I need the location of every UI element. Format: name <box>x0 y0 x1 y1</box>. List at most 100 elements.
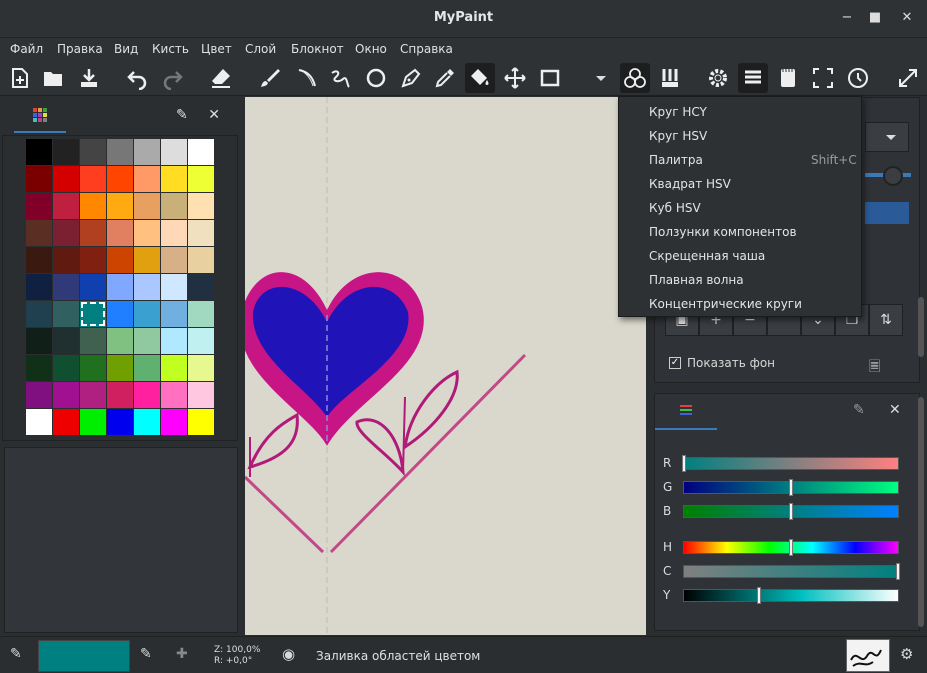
scrollbar[interactable] <box>918 297 924 357</box>
palette-swatch[interactable] <box>161 301 187 327</box>
new-document-icon[interactable] <box>5 63 35 93</box>
dropper-icon[interactable]: ✎ <box>853 402 865 418</box>
palette-swatch[interactable] <box>188 328 214 354</box>
palette-swatch[interactable] <box>134 220 160 246</box>
slider-b-track[interactable] <box>683 502 899 520</box>
save-icon[interactable] <box>74 63 104 93</box>
palette-swatch[interactable] <box>80 166 106 192</box>
slider-h[interactable]: H <box>663 538 899 556</box>
palette-swatch[interactable] <box>134 274 160 300</box>
dropdown-icon[interactable] <box>586 63 616 93</box>
menu-brush[interactable]: Кисть <box>152 42 189 56</box>
palette-swatch[interactable] <box>107 166 133 192</box>
current-color-swatch[interactable] <box>38 640 130 672</box>
palette-swatch[interactable] <box>107 193 133 219</box>
slider-b-knob[interactable] <box>789 502 793 520</box>
expand-icon[interactable] <box>893 63 923 93</box>
palette-swatch[interactable] <box>80 301 106 327</box>
opacity-slider-knob[interactable] <box>883 166 903 186</box>
palette-swatch[interactable] <box>107 355 133 381</box>
palette-swatch[interactable] <box>134 193 160 219</box>
palette-swatch[interactable] <box>161 139 187 165</box>
palette-swatch[interactable] <box>26 139 52 165</box>
palette-swatch[interactable] <box>161 166 187 192</box>
layer-properties-button[interactable]: ⇅ <box>869 304 903 336</box>
palette-swatch[interactable] <box>107 382 133 408</box>
palette-swatch[interactable] <box>188 355 214 381</box>
settings-icon[interactable] <box>703 63 733 93</box>
menu-item-concentric-rings[interactable]: Концентрические круги <box>649 297 802 311</box>
eraser-icon[interactable] <box>206 63 236 93</box>
brush-options-icon[interactable]: ⚙ <box>900 645 913 663</box>
palette-swatch[interactable] <box>26 382 52 408</box>
checkbox-icon[interactable]: ✓ <box>669 357 681 369</box>
brush-icon[interactable] <box>255 63 285 93</box>
palette-swatch[interactable] <box>134 166 160 192</box>
palette-swatch[interactable] <box>53 166 79 192</box>
slider-g[interactable]: G <box>663 478 899 496</box>
palette-swatch[interactable] <box>26 193 52 219</box>
palette-swatch[interactable] <box>134 139 160 165</box>
palette-swatch[interactable] <box>53 301 79 327</box>
palette-swatch[interactable] <box>134 328 160 354</box>
palette-swatch[interactable] <box>188 193 214 219</box>
palette-swatch[interactable] <box>161 328 187 354</box>
menu-item-crossed-bowl[interactable]: Скрещенная чаша <box>649 249 765 263</box>
palette-swatch[interactable] <box>53 382 79 408</box>
palette-swatch[interactable] <box>188 220 214 246</box>
menu-help[interactable]: Справка <box>400 42 453 56</box>
menu-item-hsv-wheel[interactable]: Круг HSV <box>649 129 707 143</box>
slider-c-track[interactable] <box>683 562 900 580</box>
menu-item-hsv-cube[interactable]: Куб HSV <box>649 201 701 215</box>
palette-swatch[interactable] <box>26 355 52 381</box>
menu-edit[interactable]: Правка <box>57 42 103 56</box>
menu-item-hsv-square[interactable]: Квадрат HSV <box>649 177 731 191</box>
inking-icon[interactable] <box>326 63 356 93</box>
maximize-icon[interactable]: ■ <box>866 9 884 27</box>
slider-c[interactable]: C <box>663 562 900 580</box>
slider-r[interactable]: R <box>663 454 899 472</box>
close-panel-icon[interactable]: ✕ <box>208 107 220 123</box>
palette-swatch[interactable] <box>107 247 133 273</box>
palette-swatch[interactable] <box>107 409 133 435</box>
palette-swatch[interactable] <box>134 382 160 408</box>
palette-swatch[interactable] <box>188 301 214 327</box>
palette-swatch[interactable] <box>26 166 52 192</box>
palette-swatch[interactable] <box>161 220 187 246</box>
minimize-icon[interactable]: − <box>838 9 856 27</box>
open-document-icon[interactable] <box>38 63 68 93</box>
palette-swatch[interactable] <box>26 409 52 435</box>
color-picker-icon[interactable] <box>430 63 460 93</box>
slider-r-track[interactable] <box>682 454 899 472</box>
slider-c-knob[interactable] <box>896 562 900 580</box>
palette-swatch[interactable] <box>107 274 133 300</box>
palette-swatch[interactable] <box>80 139 106 165</box>
brush-settings-icon[interactable]: ✎ <box>140 646 152 662</box>
menu-item-hcy-wheel[interactable]: Круг HCY <box>649 105 707 119</box>
move-icon[interactable] <box>500 63 530 93</box>
palette-swatch[interactable] <box>26 247 52 273</box>
frame-icon[interactable] <box>535 63 565 93</box>
palette-swatch[interactable] <box>26 328 52 354</box>
show-background-toggle[interactable]: ✓ Показать фон <box>669 356 775 370</box>
close-panel-icon[interactable]: ✕ <box>889 402 901 418</box>
slider-y-track[interactable] <box>683 586 899 604</box>
fullscreen-icon[interactable] <box>808 63 838 93</box>
palette-swatch[interactable] <box>80 328 106 354</box>
scratchpad-icon[interactable] <box>773 63 803 93</box>
close-icon[interactable]: ✕ <box>898 9 916 27</box>
palette-swatch[interactable] <box>80 409 106 435</box>
scrollbar[interactable] <box>918 397 924 627</box>
brush-preview[interactable] <box>846 639 890 672</box>
palette-swatch[interactable] <box>161 247 187 273</box>
redo-icon[interactable] <box>158 63 188 93</box>
drawing-canvas[interactable] <box>245 97 646 635</box>
slider-h-knob[interactable] <box>789 538 793 556</box>
menu-item-palette[interactable]: Палитра Shift+C <box>649 153 857 167</box>
color-wheels-icon[interactable] <box>620 63 650 93</box>
menu-item-liquid-wash[interactable]: Плавная волна <box>649 273 744 287</box>
menu-view[interactable]: Вид <box>114 42 138 56</box>
tab-palette[interactable] <box>14 99 66 133</box>
freehand-icon[interactable] <box>292 63 322 93</box>
palette-swatch[interactable] <box>107 301 133 327</box>
